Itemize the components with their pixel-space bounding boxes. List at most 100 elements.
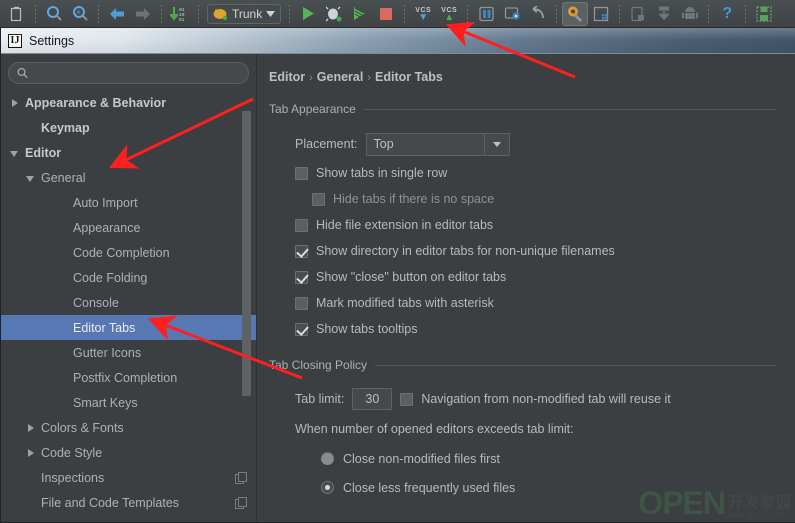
sidebar-item-label: Gutter Icons xyxy=(73,345,142,360)
breadcrumb-part: Editor Tabs xyxy=(375,70,443,84)
sidebar-item-label: File and Code Templates xyxy=(41,495,180,510)
android-app-icon xyxy=(213,8,228,20)
sidebar-item-editor-tabs[interactable]: Editor Tabs xyxy=(1,315,256,340)
checkbox-row[interactable]: Hide file extension in editor tabs xyxy=(269,212,776,238)
sidebar-item-appearance-behavior[interactable]: Appearance & Behavior xyxy=(1,90,256,115)
sidebar-item-code-completion[interactable]: Code Completion xyxy=(1,240,256,265)
checkbox-row[interactable]: Show "close" button on editor tabs xyxy=(269,264,776,290)
run-with-coverage-icon[interactable] xyxy=(347,2,373,26)
help-icon[interactable]: ? xyxy=(714,2,740,26)
forward-icon[interactable] xyxy=(130,2,156,26)
window-titlebar: IJ Settings xyxy=(1,28,795,54)
vcs-update-icon[interactable]: VCS ▼ xyxy=(410,2,436,26)
checkbox[interactable] xyxy=(295,296,308,310)
sidebar-scrollbar-track[interactable] xyxy=(242,90,251,518)
sidebar-item-label: General xyxy=(41,170,86,185)
debug-icon[interactable] xyxy=(321,2,347,26)
sidebar-scrollbar-thumb[interactable] xyxy=(242,111,251,396)
device-monitor-icon[interactable] xyxy=(625,2,651,26)
chevron-down-icon[interactable] xyxy=(483,133,509,155)
breadcrumb-part: General xyxy=(316,70,364,84)
radio-button[interactable] xyxy=(321,481,334,494)
checkbox-row[interactable]: Show directory in editor tabs for non-un… xyxy=(269,238,776,264)
toolbar-separator xyxy=(745,4,747,23)
sidebar-item-console[interactable]: Console xyxy=(1,290,256,315)
checkbox[interactable] xyxy=(312,192,325,206)
placement-dropdown[interactable]: Top xyxy=(365,132,510,156)
run-configuration-label: Trunk xyxy=(232,6,263,21)
android-icon[interactable] xyxy=(677,2,703,26)
search-everywhere-icon[interactable]: A xyxy=(67,2,93,26)
sidebar-item-code-style[interactable]: Code Style xyxy=(1,440,256,465)
chevron-down-icon[interactable] xyxy=(9,147,21,159)
sidebar-item-inspections[interactable]: Inspections xyxy=(1,465,256,490)
sidebar-item-appearance[interactable]: Appearance xyxy=(1,215,256,240)
toolbar-separator xyxy=(35,4,36,23)
tab-appearance-header: Tab Appearance xyxy=(269,102,776,116)
avd-manager-icon[interactable] xyxy=(499,2,525,26)
chevron-right-icon[interactable] xyxy=(25,447,37,459)
settings-gear-icon[interactable] xyxy=(562,1,589,26)
placement-label: Placement: xyxy=(295,137,358,151)
vcs-commit-icon[interactable]: VCS ▲ xyxy=(436,2,462,26)
checkbox-row[interactable]: Show tabs in single row xyxy=(269,160,776,186)
sidebar-item-smart-keys[interactable]: Smart Keys xyxy=(1,390,256,415)
group-divider xyxy=(375,364,776,366)
sidebar-item-auto-import[interactable]: Auto Import xyxy=(1,190,256,215)
checkbox[interactable] xyxy=(295,166,308,180)
radio-button[interactable] xyxy=(321,452,334,465)
tab-appearance-checkbox-list: Show tabs in single row Hide tabs if ther… xyxy=(269,160,776,342)
toolbar-separator xyxy=(556,4,558,23)
group-divider xyxy=(363,108,776,110)
sync-gradle-icon[interactable] xyxy=(651,2,677,26)
chevron-down-icon[interactable] xyxy=(25,172,37,184)
checkbox[interactable] xyxy=(295,270,308,284)
sidebar-item-gutter-icons[interactable]: Gutter Icons xyxy=(1,340,256,365)
save-all-icon[interactable] xyxy=(751,2,777,26)
chevron-right-icon[interactable] xyxy=(9,97,21,109)
checkbox-row[interactable]: Hide tabs if there is no space xyxy=(269,186,776,212)
sdk-manager-icon[interactable] xyxy=(473,2,499,26)
run-configuration-selector[interactable]: Trunk xyxy=(207,3,282,24)
tab-closing-policy-header: Tab Closing Policy xyxy=(269,358,776,372)
checkbox[interactable] xyxy=(295,322,308,336)
search-input[interactable] xyxy=(34,66,240,80)
svg-text:01: 01 xyxy=(179,17,185,22)
sidebar-item-label: Code Completion xyxy=(73,245,170,260)
sidebar-item-editor[interactable]: Editor xyxy=(1,140,256,165)
sidebar-item-file-and-code-templates[interactable]: File and Code Templates xyxy=(1,490,256,515)
radio-row[interactable]: Close less frequently used files xyxy=(269,473,776,502)
stop-icon[interactable] xyxy=(373,2,399,26)
project-structure-icon[interactable] xyxy=(588,2,614,26)
sidebar-item-colors-fonts[interactable]: Colors & Fonts xyxy=(1,415,256,440)
screen: A 01 10 01 Trunk VCS ▼ VCS ▲ ? IJ Settin… xyxy=(0,0,795,523)
chevron-down-icon xyxy=(266,10,276,17)
run-icon[interactable] xyxy=(295,2,321,26)
svg-text:A: A xyxy=(76,10,81,17)
checkbox[interactable] xyxy=(295,244,308,258)
tab-limit-input[interactable]: 30 xyxy=(352,388,393,410)
radio-label: Close less frequently used files xyxy=(343,480,516,495)
sidebar-item-general[interactable]: General xyxy=(1,165,256,190)
checkbox-row[interactable]: Mark modified tabs with asterisk xyxy=(269,290,776,316)
checkbox[interactable] xyxy=(295,218,308,232)
back-icon[interactable] xyxy=(104,2,130,26)
settings-sidebar: Appearance & Behavior Keymap Editor General… xyxy=(1,54,257,522)
chevron-right-icon[interactable] xyxy=(25,422,37,434)
sidebar-item-keymap[interactable]: Keymap xyxy=(1,115,256,140)
tab-appearance-title: Tab Appearance xyxy=(269,102,356,116)
sidebar-item-postfix-completion[interactable]: Postfix Completion xyxy=(1,365,256,390)
checkbox-label: Mark modified tabs with asterisk xyxy=(316,296,494,310)
open-file-icon[interactable] xyxy=(4,2,30,26)
navigation-reuse-checkbox[interactable] xyxy=(400,392,414,406)
radio-row[interactable]: Close non-modified files first xyxy=(269,444,776,473)
sidebar-item-code-folding[interactable]: Code Folding xyxy=(1,265,256,290)
search-icon[interactable] xyxy=(41,2,67,26)
search-box[interactable] xyxy=(8,62,249,84)
settings-window: IJ Settings Appearance & Behavior Keymap E… xyxy=(0,28,795,523)
sync-icon[interactable]: 01 10 01 xyxy=(167,2,193,26)
checkbox-row[interactable]: Show tabs tooltips xyxy=(269,316,776,342)
tab-appearance-group: Tab Appearance Placement: Top Show tabs … xyxy=(269,102,776,342)
settings-tree: Appearance & Behavior Keymap Editor General… xyxy=(1,90,256,515)
undo-icon[interactable] xyxy=(525,2,551,26)
